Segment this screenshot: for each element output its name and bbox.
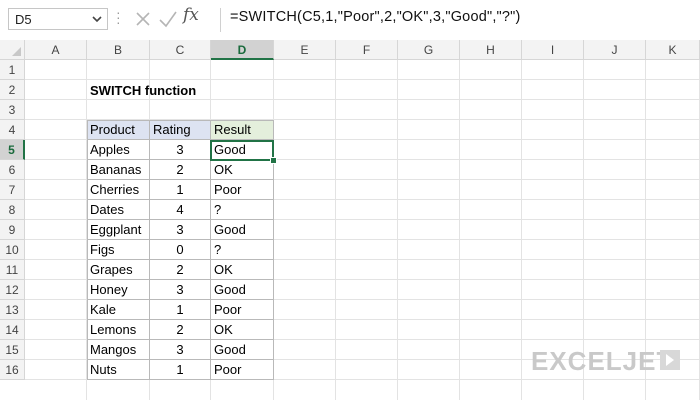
table-cell-product[interactable]: Eggplant (87, 220, 150, 240)
row-header-5[interactable]: 5 (0, 140, 25, 160)
row-header-14[interactable]: 14 (0, 320, 25, 340)
header-cell-result[interactable]: Result (211, 120, 274, 140)
column-header-a[interactable]: A (25, 40, 87, 60)
table-cell-rating[interactable]: 1 (150, 300, 211, 320)
name-box[interactable]: D5 (8, 8, 108, 30)
table-cell-rating[interactable]: 2 (150, 160, 211, 180)
table-cell-rating[interactable]: 3 (150, 340, 211, 360)
header-cell-rating[interactable]: Rating (150, 120, 211, 140)
table-cell-result[interactable]: Poor (211, 360, 274, 380)
header-cell-product[interactable]: Product (87, 120, 150, 140)
table-cell-rating[interactable]: 3 (150, 280, 211, 300)
gridline-horizontal (25, 99, 700, 100)
exceljet-logo: EXCELJET (531, 346, 674, 376)
exceljet-logo-icon (660, 350, 680, 370)
table-cell-product[interactable]: Mangos (87, 340, 150, 360)
table-cell-product[interactable]: Grapes (87, 260, 150, 280)
gridline-vertical (521, 60, 522, 400)
chevron-down-icon[interactable] (91, 13, 103, 25)
table-cell-result[interactable]: Poor (211, 180, 274, 200)
enter-check-icon[interactable] (157, 8, 179, 30)
table-cell-result[interactable]: OK (211, 160, 274, 180)
table-border-top (87, 120, 274, 121)
select-all-triangle-icon (12, 47, 21, 56)
column-header-d[interactable]: D (211, 40, 274, 60)
formula-input[interactable]: =SWITCH(C5,1,"Poor",2,"OK",3,"Good","?") (230, 9, 521, 25)
table-cell-result[interactable]: Good (211, 220, 274, 240)
row-header-6[interactable]: 6 (0, 160, 25, 180)
column-header-h[interactable]: H (460, 40, 522, 60)
table-cell-rating[interactable]: 2 (150, 260, 211, 280)
table-cell-result[interactable]: Good (211, 280, 274, 300)
column-header-i[interactable]: I (522, 40, 584, 60)
row-header-15[interactable]: 15 (0, 340, 25, 360)
row-header-7[interactable]: 7 (0, 180, 25, 200)
table-cell-product[interactable]: Kale (87, 300, 150, 320)
row-header-16[interactable]: 16 (0, 360, 25, 380)
gridline-vertical (459, 60, 460, 400)
table-cell-product[interactable]: Cherries (87, 180, 150, 200)
table-cell-product[interactable]: Honey (87, 280, 150, 300)
gridline-horizontal (25, 79, 700, 80)
insert-function-button[interactable]: fx (183, 5, 199, 25)
table-cell-result[interactable]: OK (211, 320, 274, 340)
column-header-k[interactable]: K (646, 40, 700, 60)
table-cell-rating[interactable]: 1 (150, 180, 211, 200)
drag-handle-icon[interactable]: · · · (116, 5, 121, 29)
cancel-icon[interactable] (132, 8, 154, 30)
table-cell-rating[interactable]: 3 (150, 140, 211, 160)
table-cell-result[interactable]: OK (211, 260, 274, 280)
row-header-3[interactable]: 3 (0, 100, 25, 120)
table-cell-result[interactable]: Poor (211, 300, 274, 320)
name-box-value: D5 (15, 12, 32, 27)
row-header-9[interactable]: 9 (0, 220, 25, 240)
row-header-11[interactable]: 11 (0, 260, 25, 280)
row-header-8[interactable]: 8 (0, 200, 25, 220)
table-cell-product[interactable]: Nuts (87, 360, 150, 380)
gridline-vertical (397, 60, 398, 400)
column-header-j[interactable]: J (584, 40, 646, 60)
table-cell-rating[interactable]: 0 (150, 240, 211, 260)
row-header-10[interactable]: 10 (0, 240, 25, 260)
select-all-button[interactable] (0, 40, 25, 60)
table-cell-result[interactable]: ? (211, 240, 274, 260)
table-cell-product[interactable]: Figs (87, 240, 150, 260)
table-cell-product[interactable]: Apples (87, 140, 150, 160)
table-cell-result[interactable]: Good (211, 340, 274, 360)
column-header-c[interactable]: C (150, 40, 211, 60)
table-cell-rating[interactable]: 1 (150, 360, 211, 380)
table-cell-product[interactable]: Lemons (87, 320, 150, 340)
table-cell-rating[interactable]: 4 (150, 200, 211, 220)
column-header-g[interactable]: G (398, 40, 460, 60)
column-header-e[interactable]: E (274, 40, 336, 60)
row-header-1[interactable]: 1 (0, 60, 25, 80)
sheet-title: SWITCH function (90, 83, 197, 98)
formula-bar-divider (220, 8, 221, 32)
formula-bar: D5 · · · fx =SWITCH(C5,1,"Poor",2,"OK",3,"… (0, 0, 700, 41)
active-cell-border (210, 140, 274, 161)
table-cell-product[interactable]: Bananas (87, 160, 150, 180)
table-border-left (87, 120, 88, 380)
table-cell-product[interactable]: Dates (87, 200, 150, 220)
row-header-13[interactable]: 13 (0, 300, 25, 320)
row-header-4[interactable]: 4 (0, 120, 25, 140)
table-cell-result[interactable]: ? (211, 200, 274, 220)
table-cell-rating[interactable]: 2 (150, 320, 211, 340)
column-header-b[interactable]: B (87, 40, 150, 60)
fill-handle[interactable] (270, 157, 277, 164)
column-header-f[interactable]: F (336, 40, 398, 60)
gridline-vertical (335, 60, 336, 400)
row-header-12[interactable]: 12 (0, 280, 25, 300)
row-header-2[interactable]: 2 (0, 80, 25, 100)
table-cell-rating[interactable]: 3 (150, 220, 211, 240)
